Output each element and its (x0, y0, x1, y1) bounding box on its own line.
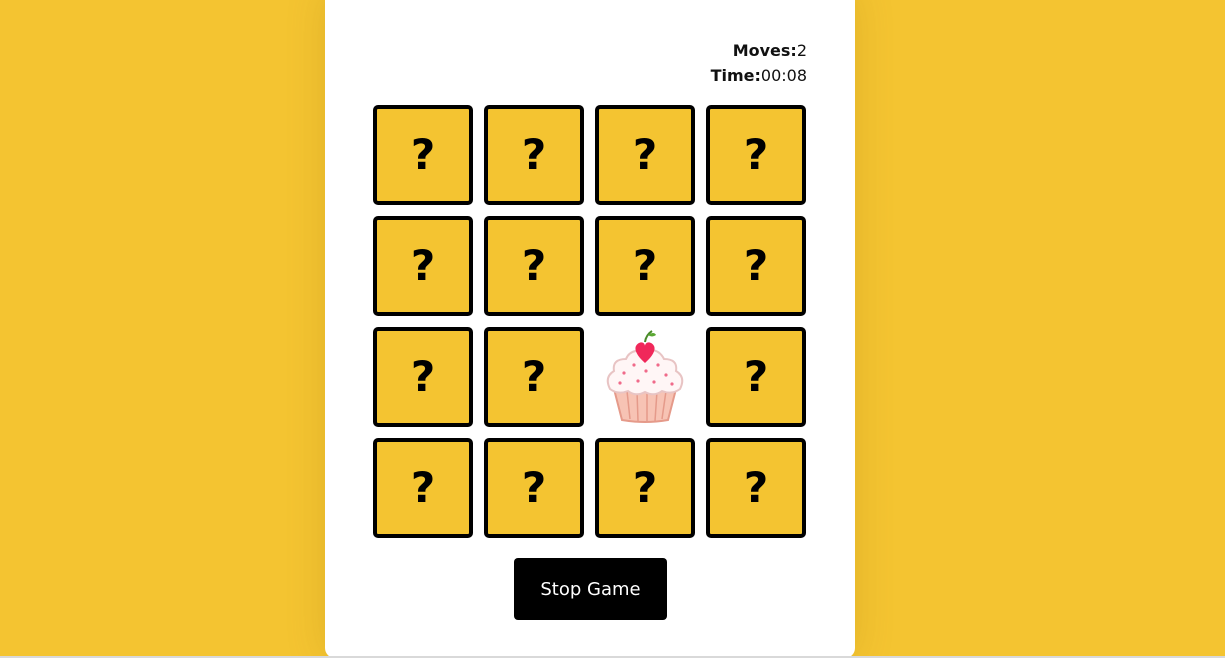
card-5[interactable]: ? (373, 216, 473, 316)
question-mark-icon: ? (521, 241, 547, 290)
card-9[interactable]: ? (373, 327, 473, 427)
card-1[interactable]: ? (373, 105, 473, 205)
question-mark-icon: ? (743, 241, 769, 290)
card-7[interactable]: ? (595, 216, 695, 316)
moves-counter: Moves:2 (711, 38, 807, 63)
card-12[interactable]: ? (706, 327, 806, 427)
question-mark-icon: ? (410, 463, 436, 512)
card-16[interactable]: ? (706, 438, 806, 538)
card-2[interactable]: ? (484, 105, 584, 205)
time-counter: Time:00:08 (711, 63, 807, 88)
question-mark-icon: ? (743, 463, 769, 512)
question-mark-icon: ? (521, 352, 547, 401)
card-grid: ? ? ? ? ? ? ? ? ? ? ? ? ? ? ? (373, 105, 809, 538)
card-13[interactable]: ? (373, 438, 473, 538)
card-10[interactable]: ? (484, 327, 584, 427)
stop-game-button[interactable]: Stop Game (514, 558, 667, 620)
card-14[interactable]: ? (484, 438, 584, 538)
question-mark-icon: ? (632, 463, 658, 512)
question-mark-icon: ? (521, 130, 547, 179)
question-mark-icon: ? (743, 130, 769, 179)
game-panel: Moves:2 Time:00:08 ? ? ? ? ? ? ? ? ? ? ?… (325, 0, 855, 658)
card-8[interactable]: ? (706, 216, 806, 316)
moves-label: Moves: (732, 41, 797, 60)
card-4[interactable]: ? (706, 105, 806, 205)
moves-value: 2 (796, 41, 807, 60)
card-6[interactable]: ? (484, 216, 584, 316)
question-mark-icon: ? (521, 463, 547, 512)
question-mark-icon: ? (410, 352, 436, 401)
question-mark-icon: ? (410, 241, 436, 290)
question-mark-icon: ? (632, 241, 658, 290)
question-mark-icon: ? (410, 130, 436, 179)
question-mark-icon: ? (743, 352, 769, 401)
card-11-revealed[interactable] (595, 327, 695, 427)
cupcake-icon (606, 330, 684, 423)
question-mark-icon: ? (632, 130, 658, 179)
time-label: Time: (710, 66, 761, 85)
card-15[interactable]: ? (595, 438, 695, 538)
stats-panel: Moves:2 Time:00:08 (711, 38, 807, 88)
game-page: Moves:2 Time:00:08 ? ? ? ? ? ? ? ? ? ? ?… (0, 0, 1225, 658)
card-3[interactable]: ? (595, 105, 695, 205)
time-value: 00:08 (760, 66, 807, 85)
